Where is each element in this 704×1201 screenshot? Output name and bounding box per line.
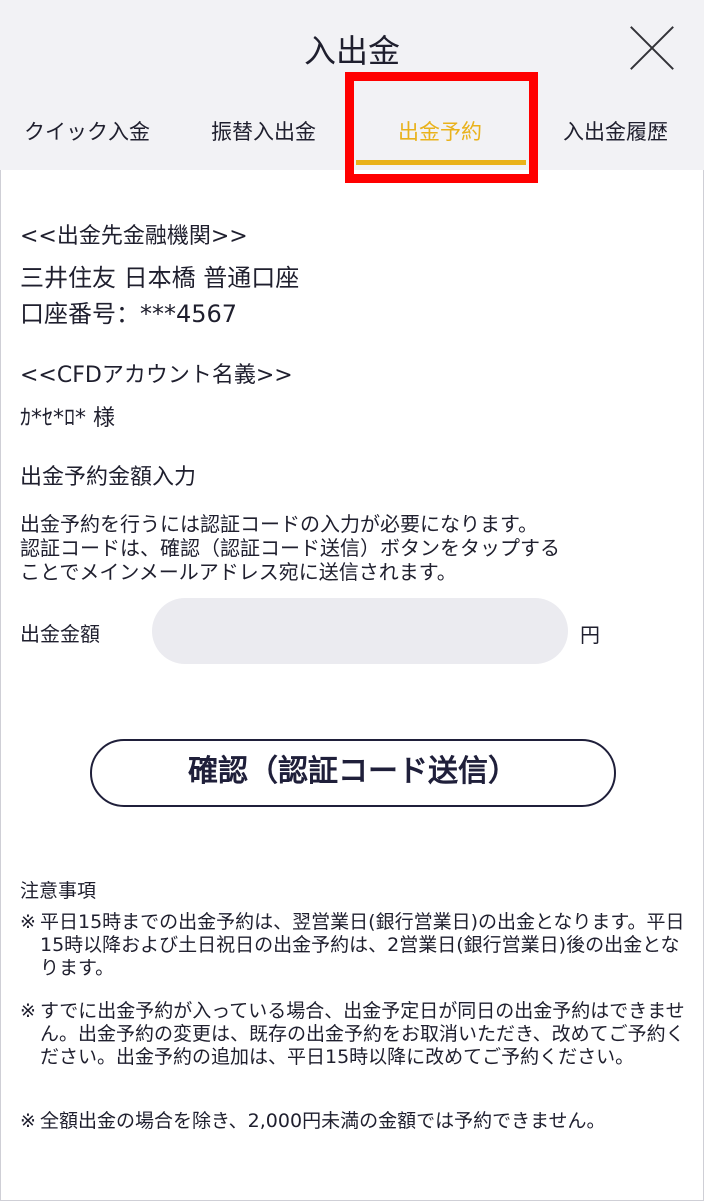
account-holder: ｶ*ｾ*ﾛ* 様	[20, 406, 115, 431]
reservation-heading: 出金予約金額入力	[20, 465, 197, 490]
confirm-send-code-button[interactable]: 確認（認証コード送信）	[90, 739, 616, 807]
bank-heading: <<出金先金融機関>>	[20, 224, 248, 249]
tab-history[interactable]: 入出金履歴	[563, 116, 668, 146]
note-text: 全額出金の場合を除き、2,000円未満の金額では予約できません。	[40, 1110, 606, 1132]
tab-quick-deposit[interactable]: クイック入金	[24, 116, 150, 146]
tab-transfer[interactable]: 振替入出金	[211, 116, 316, 146]
note-mark: ※	[20, 911, 36, 933]
note-item: ※ すでに出金予約が入っている場合、出金予定日が同日の出金予約はできません。出金…	[20, 1000, 690, 1069]
currency-unit: 円	[580, 623, 600, 647]
bank-name: 三井住友 日本橋 普通口座	[20, 264, 300, 292]
highlight-box	[345, 72, 538, 183]
note-mark: ※	[20, 1110, 36, 1132]
amount-label: 出金金額	[20, 622, 100, 646]
note-item: ※ 平日15時までの出金予約は、翌営業日(銀行営業日)の出金となります。平日15…	[20, 911, 690, 980]
page-title: 入出金	[303, 32, 400, 70]
account-heading: <<CFDアカウント名義>>	[20, 363, 293, 388]
note-item: ※ 全額出金の場合を除き、2,000円未満の金額では予約できません。	[20, 1110, 690, 1133]
description-line: ことでメインメールアドレス宛に送信されます。	[20, 560, 457, 584]
amount-input[interactable]	[152, 598, 568, 664]
account-number: 口座番号：***4567	[20, 300, 238, 328]
close-icon[interactable]	[630, 26, 674, 70]
notes-heading: 注意事項	[20, 880, 97, 902]
note-text: すでに出金予約が入っている場合、出金予定日が同日の出金予約はできません。出金予約…	[40, 1000, 685, 1068]
note-text: 平日15時までの出金予約は、翌営業日(銀行営業日)の出金となります。平日15時以…	[40, 911, 685, 979]
note-mark: ※	[20, 1000, 36, 1022]
